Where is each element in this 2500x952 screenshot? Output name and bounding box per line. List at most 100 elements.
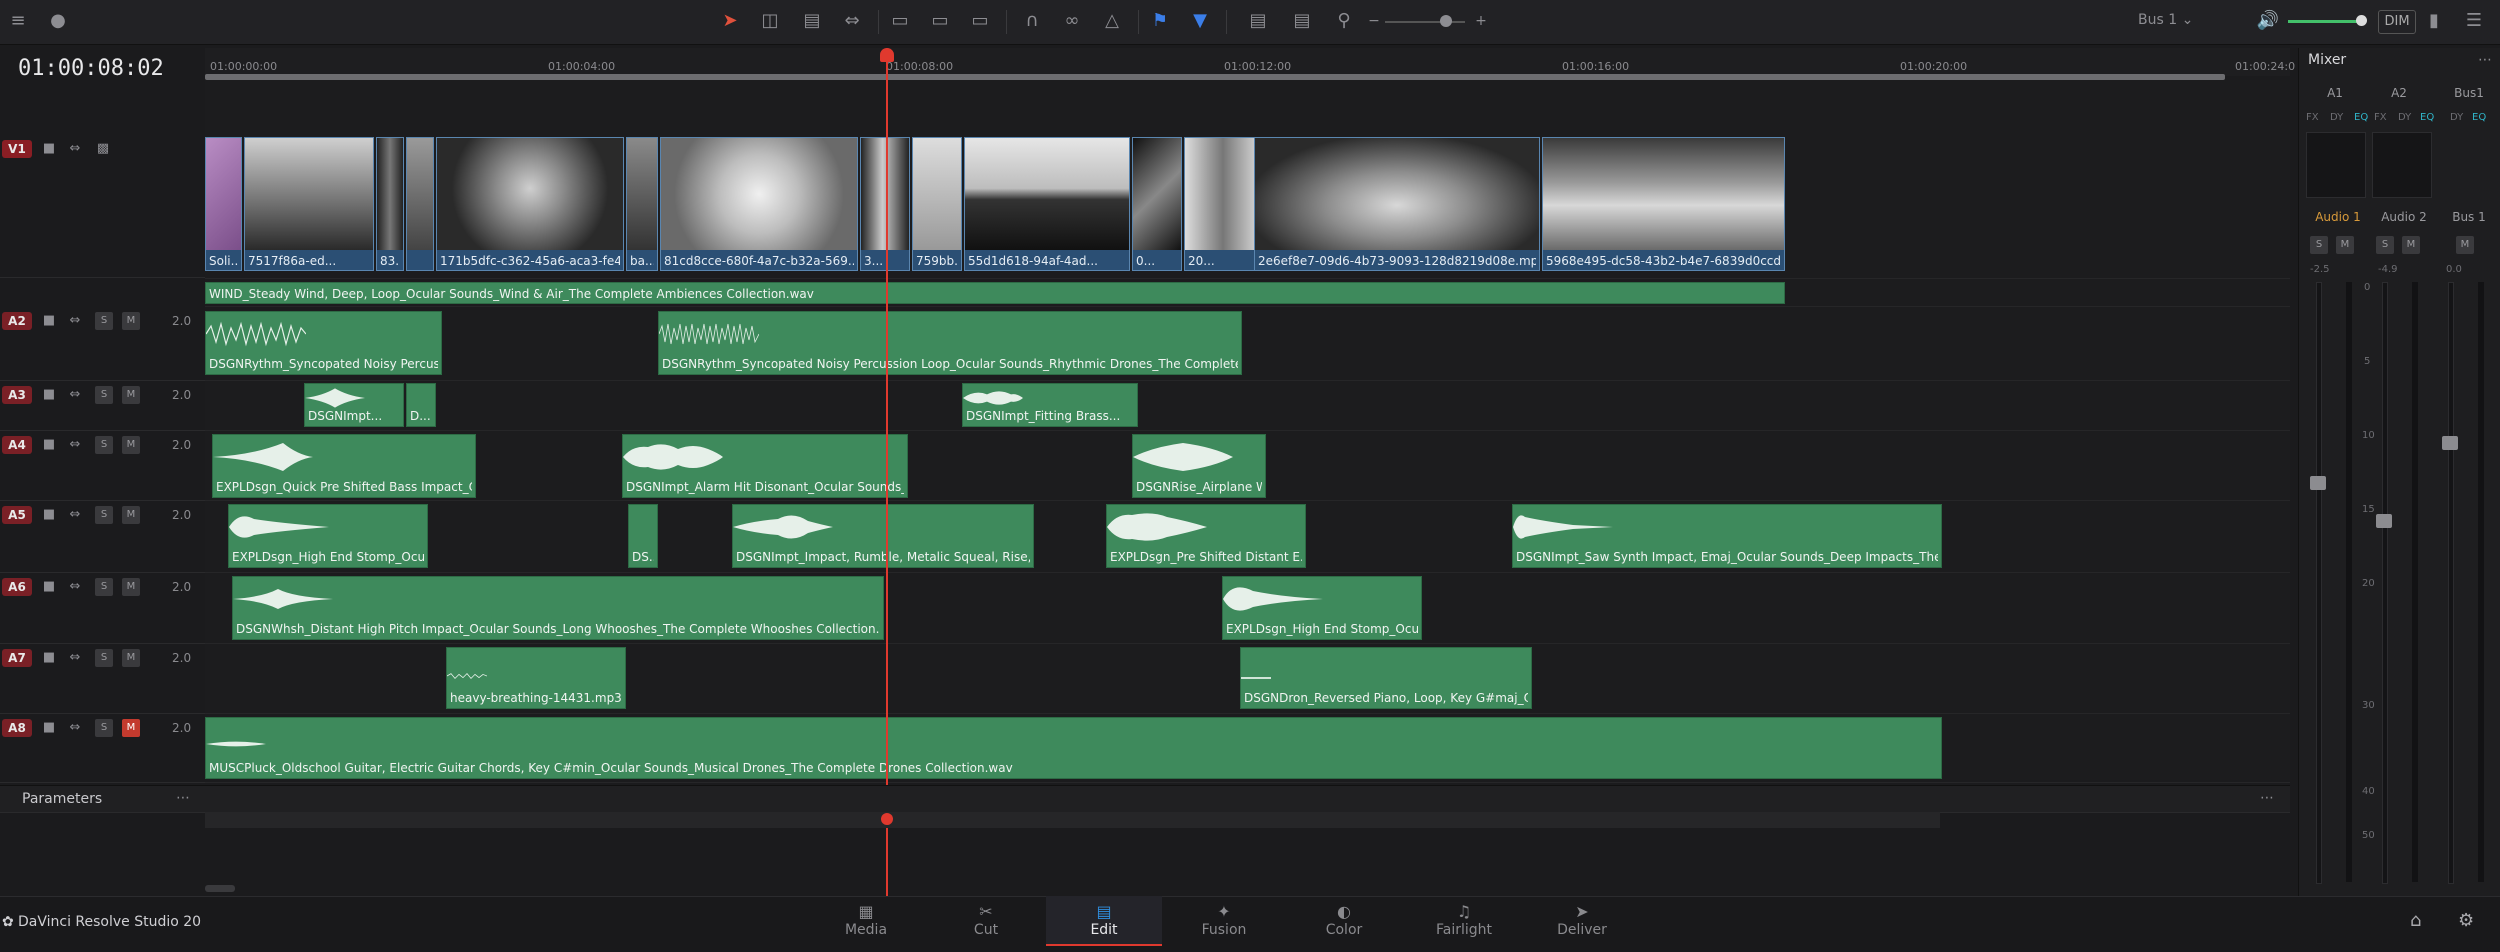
playhead-handle[interactable] — [881, 813, 893, 825]
track-name[interactable]: V1 — [2, 140, 32, 158]
fader-track[interactable] — [2448, 282, 2454, 884]
tab-fusion[interactable]: ✦ Fusion — [1166, 896, 1282, 944]
playhead-handle[interactable] — [880, 48, 894, 62]
lock-icon[interactable]: ■ — [40, 140, 58, 158]
video-enable-icon[interactable]: ▩ — [94, 140, 112, 158]
mute-button[interactable]: M — [2402, 236, 2420, 254]
home-icon[interactable]: ⌂ — [2410, 910, 2421, 931]
selection-mode-icon[interactable]: ➤ — [716, 8, 744, 34]
tab-media[interactable]: ▦ Media — [808, 896, 924, 944]
panel-toggle-icon[interactable]: ▮ — [2420, 8, 2448, 34]
audio-clip[interactable]: WIND_Steady Wind, Deep, Loop_Ocular Soun… — [205, 282, 1785, 304]
lock-icon[interactable]: ■ — [40, 386, 58, 404]
bus-output-select[interactable]: Bus 1 ⌄ — [2138, 12, 2193, 28]
audio-clip[interactable]: DSGNRythm_Syncopated Noisy Percussion ..… — [205, 311, 442, 375]
mute-button[interactable]: M — [2456, 236, 2474, 254]
replace-clip-icon[interactable]: ▭ — [966, 8, 994, 34]
video-clip[interactable]: 2e6ef8e7-09d6-4b73-9093-128d8219d08e.mp4 — [1254, 137, 1540, 271]
auto-select-icon[interactable]: ⇔ — [66, 436, 84, 454]
solo-button[interactable]: S — [2376, 236, 2394, 254]
eq-button[interactable]: EQ — [2420, 112, 2434, 123]
fader-track[interactable] — [2316, 282, 2322, 884]
zoom-out-icon[interactable]: − — [1360, 8, 1388, 34]
video-clip[interactable]: Soli... — [205, 137, 242, 271]
insert-clip-icon[interactable]: ▭ — [886, 8, 914, 34]
dynamics-button[interactable]: DY — [2330, 112, 2343, 123]
flag-icon[interactable]: ⚑ — [1146, 8, 1174, 34]
fader-handle[interactable] — [2442, 436, 2458, 450]
mute-button[interactable]: M — [122, 386, 140, 404]
video-clip[interactable]: 20... — [1184, 137, 1262, 271]
video-clip[interactable]: 81cd8cce-680f-4a7c-b32a-569... — [660, 137, 858, 271]
tab-fairlight[interactable]: ♫ Fairlight — [1406, 896, 1522, 944]
workspace-layout-icon[interactable]: ≡ — [4, 8, 32, 34]
video-clip[interactable]: 55d1d618-94af-4ad... — [964, 137, 1130, 271]
mute-button[interactable]: M — [122, 578, 140, 596]
auto-select-icon[interactable]: ⇔ — [66, 140, 84, 158]
lock-icon[interactable]: ■ — [40, 719, 58, 737]
linked-selection-icon[interactable]: ∞ — [1058, 8, 1086, 34]
fader-handle[interactable] — [2376, 514, 2392, 528]
fx-button[interactable]: FX — [2306, 112, 2319, 123]
eq-button[interactable]: EQ — [2354, 112, 2368, 123]
audio-clip[interactable]: DSGNDron_Reversed Piano, Loop, Key G#maj… — [1240, 647, 1532, 709]
solo-button[interactable]: S — [95, 506, 113, 524]
auto-select-icon[interactable]: ⇔ — [66, 506, 84, 524]
audio-clip[interactable]: DSGNImpt_Impact, Rumble, Metalic Squeal,… — [732, 504, 1034, 568]
solo-button[interactable]: S — [95, 649, 113, 667]
pan-control[interactable] — [2372, 132, 2432, 198]
parameters-track[interactable] — [205, 812, 1940, 828]
zoom-in-icon[interactable]: + — [1467, 8, 1495, 34]
zoom-custom-icon[interactable]: ⚲ — [1330, 8, 1358, 34]
lock-icon[interactable]: ■ — [40, 506, 58, 524]
marker-icon[interactable]: ▼ — [1186, 8, 1214, 34]
lock-icon[interactable]: ■ — [40, 578, 58, 596]
track-name[interactable]: A2 — [2, 312, 32, 330]
mute-button[interactable]: M — [122, 436, 140, 454]
solo-button[interactable]: S — [2310, 236, 2328, 254]
solo-button[interactable]: S — [95, 312, 113, 330]
speaker-icon[interactable]: 🔊 — [2254, 8, 2282, 34]
track-name[interactable]: A7 — [2, 649, 32, 667]
settings-gear-icon[interactable]: ⚙ — [2458, 910, 2474, 931]
fader-track[interactable] — [2382, 282, 2388, 884]
channel-name[interactable]: Bus 1 — [2446, 210, 2492, 224]
audio-clip[interactable]: EXPLDsgn_High End Stomp_Ocular ... — [228, 504, 428, 568]
mute-button[interactable]: M — [122, 719, 140, 737]
video-clip[interactable] — [406, 137, 434, 271]
mute-button[interactable]: M — [2336, 236, 2354, 254]
zoom-full-icon[interactable]: ▤ — [1244, 8, 1272, 34]
auto-select-icon[interactable]: ⇔ — [66, 312, 84, 330]
fx-button[interactable]: FX — [2374, 112, 2387, 123]
track-name[interactable]: A8 — [2, 719, 32, 737]
pan-control[interactable] — [2306, 132, 2366, 198]
parameters-title[interactable]: Parameters — [22, 791, 102, 807]
track-name[interactable]: A6 — [2, 578, 32, 596]
audio-clip[interactable]: heavy-breathing-14431.mp3 — [446, 647, 626, 709]
zoom-slider[interactable] — [1385, 21, 1465, 23]
mute-button[interactable]: M — [122, 312, 140, 330]
audio-clip[interactable]: DSGNWhsh_Distant High Pitch Impact_Ocula… — [232, 576, 884, 640]
audio-clip[interactable]: EXPLDsgn_High End Stomp_Ocular ... — [1222, 576, 1422, 640]
video-clip[interactable]: 171b5dfc-c362-45a6-aca3-fe4683... — [436, 137, 624, 271]
eq-button[interactable]: EQ — [2472, 112, 2486, 123]
track-name[interactable]: A5 — [2, 506, 32, 524]
audio-clip[interactable]: DSGNRise_Airplane Wi... — [1132, 434, 1266, 498]
video-clip[interactable]: ba... — [626, 137, 658, 271]
auto-select-icon[interactable]: ⇔ — [66, 578, 84, 596]
more-options-icon[interactable]: ⋯ — [176, 790, 190, 806]
dynamic-trim-icon[interactable]: ▤ — [798, 8, 826, 34]
monitor-volume-handle[interactable] — [2356, 15, 2367, 26]
auto-select-icon[interactable]: ⇔ — [66, 649, 84, 667]
channel-name[interactable]: Audio 1 — [2310, 210, 2366, 224]
video-clip[interactable]: 3... — [860, 137, 910, 271]
lock-icon[interactable]: ■ — [40, 436, 58, 454]
video-clip[interactable]: 0... — [1132, 137, 1182, 271]
solo-button[interactable]: S — [95, 436, 113, 454]
tab-edit[interactable]: ▤ Edit — [1046, 896, 1162, 946]
more-options-icon[interactable]: ⋯ — [2478, 52, 2492, 68]
audio-clip[interactable]: EXPLDsgn_Pre Shifted Distant E... — [1106, 504, 1306, 568]
timeline-scrollbar[interactable] — [205, 885, 235, 892]
track-name[interactable]: A4 — [2, 436, 32, 454]
audio-clip[interactable]: DSGNImpt_Fitting Brass... — [962, 383, 1138, 427]
